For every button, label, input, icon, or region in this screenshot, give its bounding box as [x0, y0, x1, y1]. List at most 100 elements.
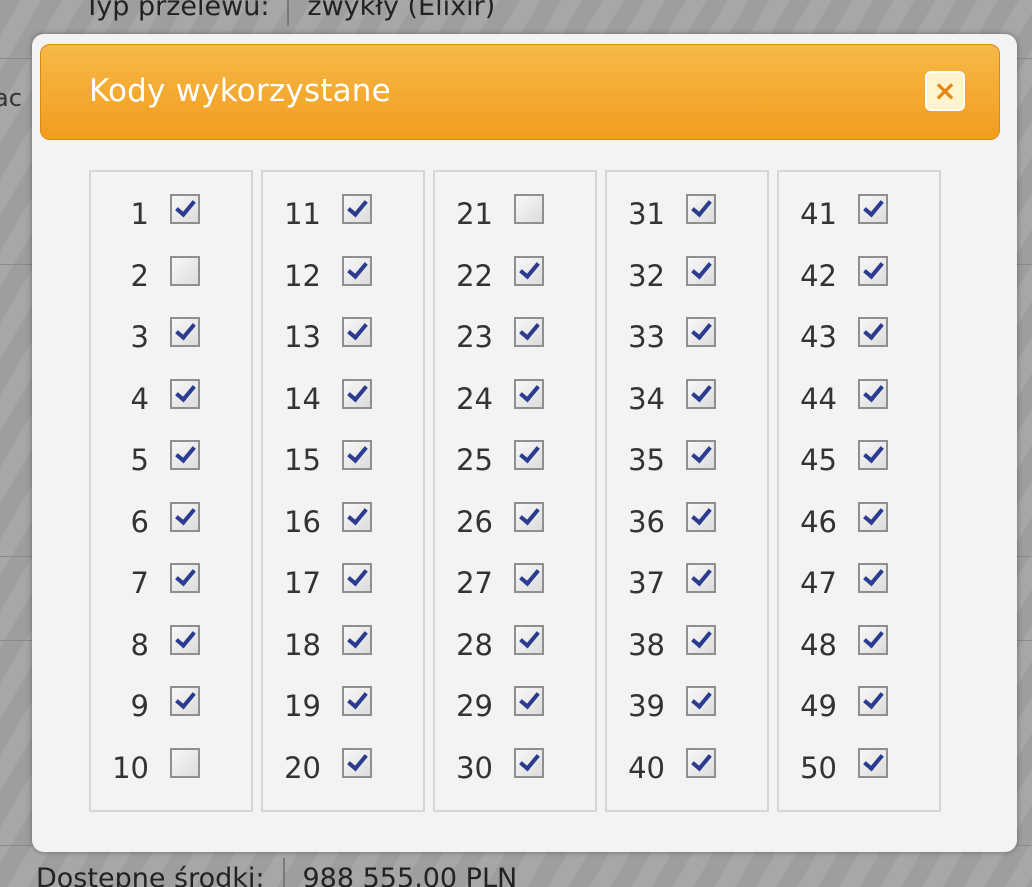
background-text-fragment: ac: [0, 84, 22, 112]
code-number: 46: [800, 504, 837, 539]
code-number: 1: [130, 197, 149, 231]
code-checkbox[interactable]: [170, 317, 200, 347]
code-number: 28: [456, 627, 493, 662]
code-row: 39: [607, 686, 767, 748]
code-row: 27: [435, 563, 595, 625]
code-number: 17: [284, 566, 321, 600]
code-row: 4: [91, 378, 251, 441]
code-checkbox[interactable]: [170, 378, 200, 409]
code-number: 8: [130, 627, 149, 662]
code-row: 50: [779, 747, 939, 810]
code-row: 45: [779, 440, 939, 502]
code-checkbox[interactable]: [342, 624, 372, 655]
code-checkbox[interactable]: [342, 317, 372, 347]
code-row: 14: [263, 378, 423, 441]
code-checkbox[interactable]: [686, 501, 716, 532]
code-checkbox[interactable]: [514, 440, 544, 470]
code-checkbox[interactable]: [686, 747, 716, 778]
code-checkbox[interactable]: [858, 317, 888, 347]
code-number: 11: [284, 197, 321, 231]
code-row: 8: [91, 624, 251, 687]
background-available-funds-row: Dostępne środki: 988 555,00 PLN: [36, 858, 517, 887]
code-checkbox[interactable]: [858, 501, 888, 532]
code-number: 33: [628, 320, 665, 354]
code-checkbox[interactable]: [686, 255, 716, 286]
code-checkbox[interactable]: [170, 624, 200, 655]
code-checkbox[interactable]: [858, 440, 888, 470]
code-checkbox[interactable]: [342, 501, 372, 532]
code-number: 6: [130, 504, 149, 539]
code-checkbox[interactable]: [686, 440, 716, 470]
code-row: 26: [435, 501, 595, 564]
code-checkbox[interactable]: [514, 501, 544, 532]
code-number: 32: [628, 258, 665, 293]
code-checkbox[interactable]: [858, 624, 888, 655]
code-number: 23: [456, 320, 493, 354]
codes-column: 21 22 23 24 25 26 27 28 29 30: [433, 170, 597, 812]
code-checkbox[interactable]: [342, 563, 372, 593]
code-checkbox[interactable]: [514, 194, 544, 224]
code-checkbox[interactable]: [514, 747, 544, 778]
code-row: 9: [91, 686, 251, 748]
code-checkbox[interactable]: [686, 563, 716, 593]
dialog-header: Kody wykorzystane ×: [40, 44, 1000, 140]
code-row: 17: [263, 563, 423, 625]
code-checkbox[interactable]: [170, 194, 200, 224]
code-checkbox[interactable]: [686, 194, 716, 224]
code-checkbox[interactable]: [858, 747, 888, 778]
code-checkbox[interactable]: [514, 255, 544, 286]
code-row: 44: [779, 378, 939, 441]
code-checkbox[interactable]: [170, 686, 200, 716]
code-row: 42: [779, 255, 939, 318]
code-checkbox[interactable]: [858, 686, 888, 716]
code-checkbox[interactable]: [514, 624, 544, 655]
code-number: 29: [456, 689, 493, 723]
code-number: 2: [130, 258, 149, 293]
code-checkbox[interactable]: [170, 255, 200, 286]
code-checkbox[interactable]: [514, 686, 544, 716]
code-checkbox[interactable]: [342, 255, 372, 286]
code-checkbox[interactable]: [170, 563, 200, 593]
code-row: 3: [91, 317, 251, 379]
code-checkbox[interactable]: [514, 378, 544, 409]
code-row: 16: [263, 501, 423, 564]
code-row: 28: [435, 624, 595, 687]
code-checkbox[interactable]: [170, 501, 200, 532]
code-checkbox[interactable]: [342, 378, 372, 409]
code-number: 35: [628, 443, 665, 477]
code-checkbox[interactable]: [170, 440, 200, 470]
codes-column: 11 12 13 14 15 16 17 18 19 20: [261, 170, 425, 812]
code-number: 9: [130, 689, 149, 723]
code-checkbox[interactable]: [342, 194, 372, 224]
code-checkbox[interactable]: [514, 317, 544, 347]
code-number: 5: [130, 443, 149, 477]
code-checkbox[interactable]: [858, 255, 888, 286]
code-checkbox[interactable]: [514, 563, 544, 593]
code-number: 21: [456, 197, 493, 231]
code-checkbox[interactable]: [686, 686, 716, 716]
close-button[interactable]: ×: [925, 71, 965, 111]
code-number: 16: [284, 504, 321, 539]
code-checkbox[interactable]: [686, 378, 716, 409]
code-checkbox[interactable]: [858, 563, 888, 593]
code-row: 5: [91, 440, 251, 502]
used-codes-dialog: Kody wykorzystane × 1 2 3 4 5 6 7 8 9 10 11 12 13 14 1…: [32, 34, 1017, 852]
code-row: 13: [263, 317, 423, 379]
code-row: 2: [91, 255, 251, 318]
code-row: 21: [435, 194, 595, 256]
code-checkbox[interactable]: [686, 624, 716, 655]
code-row: 41: [779, 194, 939, 256]
code-number: 31: [628, 197, 665, 231]
code-number: 7: [130, 566, 149, 600]
code-row: 29: [435, 686, 595, 748]
code-checkbox[interactable]: [342, 686, 372, 716]
code-checkbox[interactable]: [342, 440, 372, 470]
code-checkbox[interactable]: [858, 378, 888, 409]
code-row: 43: [779, 317, 939, 379]
code-checkbox[interactable]: [686, 317, 716, 347]
code-checkbox[interactable]: [170, 747, 200, 778]
code-number: 44: [800, 381, 837, 416]
code-checkbox[interactable]: [342, 747, 372, 778]
code-checkbox[interactable]: [858, 194, 888, 224]
code-row: 15: [263, 440, 423, 502]
